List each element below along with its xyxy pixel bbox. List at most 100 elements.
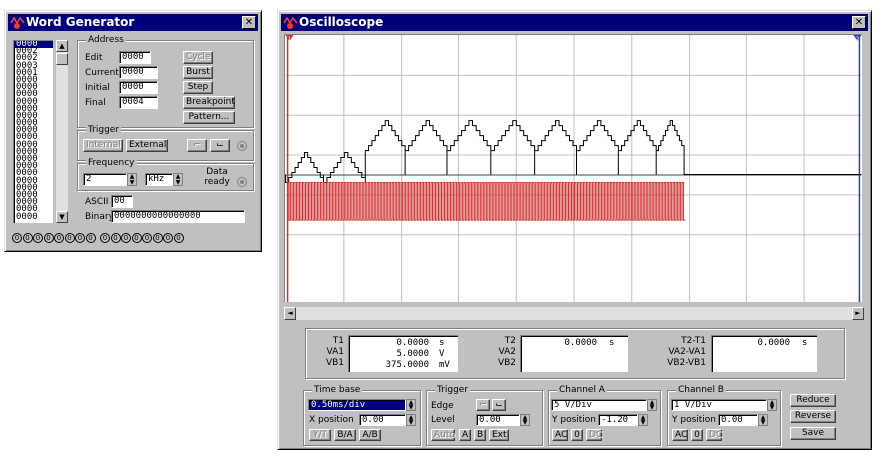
bit-terminal[interactable]: 0 — [163, 233, 173, 243]
vb1-label: VB1 — [325, 358, 344, 368]
screen-scrollbar[interactable]: ◄ ► — [284, 307, 864, 320]
pattern-button[interactable]: Pattern... — [183, 111, 235, 124]
bit-terminal[interactable]: 0 — [12, 233, 22, 243]
word-list-scrollbar[interactable]: ▲ ▼ — [56, 40, 68, 223]
channel-a-scale-field[interactable]: 5 V/Div — [551, 399, 647, 411]
scroll-left-button[interactable]: ◄ — [284, 307, 296, 320]
save-button[interactable]: Save — [790, 427, 836, 440]
spin-down-icon[interactable]: ▼ — [648, 405, 656, 411]
channel-b-ypos-field[interactable]: 0.00 — [718, 414, 758, 426]
bit-terminal[interactable]: 0 — [142, 233, 152, 243]
trigger-b-button[interactable]: B — [474, 429, 486, 441]
channel-b-scale-field[interactable]: 1 V/Div — [671, 399, 767, 411]
bit-terminal[interactable]: 0 — [110, 233, 121, 243]
scroll-right-button[interactable]: ► — [852, 307, 864, 320]
falling-edge-button[interactable]: ⌙ — [210, 139, 230, 152]
frequency-value-field[interactable]: 2 — [83, 173, 127, 186]
step-button[interactable]: Step — [183, 81, 213, 94]
bit-terminal[interactable]: 0 — [173, 233, 184, 243]
initial-label: Initial — [85, 83, 110, 93]
trigger-a-button[interactable]: A — [459, 429, 471, 441]
bit-terminal[interactable]: 0 — [131, 233, 142, 243]
close-button[interactable]: ✕ — [242, 16, 256, 29]
spin-down-icon[interactable]: ▼ — [639, 420, 647, 426]
spin-down-icon[interactable]: ▼ — [759, 420, 767, 426]
close-icon: ✕ — [244, 17, 254, 28]
x-position-field[interactable]: 0.00 — [359, 414, 406, 426]
channel-a-zero-button[interactable]: 0 — [571, 429, 583, 441]
cursor-2-readout: 0.0000 s — [520, 335, 628, 372]
bit-terminal[interactable]: 0 — [152, 233, 163, 243]
ascii-label: ASCII — [85, 197, 109, 207]
channel-b-ac-button[interactable]: AC — [672, 429, 688, 441]
oscilloscope-titlebar[interactable]: Oscilloscope ✕ — [281, 14, 868, 31]
bit-terminal[interactable]: 0 — [85, 233, 96, 243]
channel-a-ypos-field[interactable]: -1.20 — [598, 414, 638, 426]
word-list-item[interactable]: 0000 — [14, 212, 53, 221]
edit-field[interactable]: 0000 — [119, 51, 151, 64]
bit-terminal[interactable]: 0 — [33, 233, 43, 243]
bit-terminal[interactable]: 0 — [54, 233, 64, 243]
final-field[interactable]: 0004 — [119, 96, 158, 109]
frequency-unit-spinner[interactable]: ▲ ▼ — [173, 173, 183, 186]
timebase-field[interactable]: 0.50ms/div — [308, 399, 406, 411]
frequency-unit-field[interactable]: kHz — [145, 173, 173, 186]
channel-b-dc-button[interactable]: DC — [706, 429, 722, 441]
channel-b-ypos-spinner[interactable]: ▲ ▼ — [758, 414, 768, 426]
current-field[interactable]: 0000 — [119, 66, 158, 79]
channel-b-scale-spinner[interactable]: ▲ ▼ — [767, 399, 777, 411]
bit-terminal[interactable]: 0 — [100, 233, 110, 243]
word-list[interactable]: 0000 0002 0002 0003 0001 0000 0000 0000 0000 0000… — [13, 40, 53, 223]
channel-a-ac-button[interactable]: AC — [552, 429, 568, 441]
spin-down-icon[interactable]: ▼ — [128, 179, 136, 186]
channel-a-dc-button[interactable]: DC — [586, 429, 602, 441]
cycle-button[interactable]: Cycle — [183, 51, 213, 64]
initial-field[interactable]: 0000 — [119, 81, 158, 94]
burst-button[interactable]: Burst — [183, 66, 213, 79]
yt-mode-button[interactable]: Y/T — [309, 429, 331, 441]
rising-edge-button[interactable]: ⌐ — [187, 139, 207, 152]
bit-terminal[interactable]: 0 — [75, 233, 85, 243]
left-arrow-icon: ◄ — [287, 309, 293, 317]
level-spinner[interactable]: ▲ ▼ — [520, 414, 530, 426]
bit-terminal[interactable]: 0 — [64, 233, 75, 243]
spin-down-icon[interactable]: ▼ — [407, 420, 415, 426]
x-position-spinner[interactable]: ▲ ▼ — [406, 414, 416, 426]
oscilloscope-screen[interactable]: 1 2 — [284, 34, 862, 302]
va1-value: 5.0000 — [396, 349, 429, 359]
channel-a-ypos-spinner[interactable]: ▲ ▼ — [638, 414, 648, 426]
bit-terminal[interactable]: 0 — [43, 233, 54, 243]
channel-b-zero-button[interactable]: 0 — [691, 429, 703, 441]
external-trigger-button[interactable]: External — [126, 139, 168, 152]
spin-down-icon[interactable]: ▼ — [521, 420, 529, 426]
spin-down-icon[interactable]: ▼ — [407, 405, 415, 411]
channel-b-ypos-label: Y position — [672, 415, 717, 425]
spin-down-icon[interactable]: ▼ — [768, 405, 776, 411]
bit-terminal[interactable]: 0 — [121, 233, 131, 243]
binary-field[interactable]: 0000000000000000 — [111, 210, 245, 223]
auto-trigger-button[interactable]: Auto — [431, 429, 455, 441]
frequency-spinner[interactable]: ▲ ▼ — [127, 173, 137, 186]
trigger-ext-button[interactable]: Ext — [489, 429, 509, 441]
ba-mode-button[interactable]: B/A — [334, 429, 356, 441]
ascii-field[interactable]: 00 — [111, 195, 133, 208]
level-field[interactable]: 0.00 — [476, 414, 520, 426]
word-generator-titlebar[interactable]: Word Generator ✕ — [8, 14, 258, 31]
internal-trigger-button[interactable]: Internal — [83, 139, 123, 152]
spin-down-icon[interactable]: ▼ — [174, 179, 182, 186]
scroll-thumb[interactable] — [56, 53, 68, 65]
reduce-button[interactable]: Reduce — [790, 394, 836, 407]
reverse-button[interactable]: Reverse — [790, 410, 836, 423]
close-button[interactable]: ✕ — [852, 16, 866, 29]
scroll-down-button[interactable]: ▼ — [56, 211, 68, 223]
bit-terminal[interactable]: 0 — [22, 233, 33, 243]
scroll-up-button[interactable]: ▲ — [56, 40, 68, 52]
rising-edge-button[interactable]: ⌐ — [476, 399, 490, 411]
breakpoint-button[interactable]: Breakpoint — [183, 96, 235, 109]
vb2-label: VB2 — [497, 358, 516, 368]
timebase-spinner[interactable]: ▲ ▼ — [406, 399, 416, 411]
va1-unit: V — [439, 349, 445, 359]
channel-a-scale-spinner[interactable]: ▲ ▼ — [647, 399, 657, 411]
falling-edge-button[interactable]: ⌙ — [492, 399, 506, 411]
ab-mode-button[interactable]: A/B — [359, 429, 381, 441]
